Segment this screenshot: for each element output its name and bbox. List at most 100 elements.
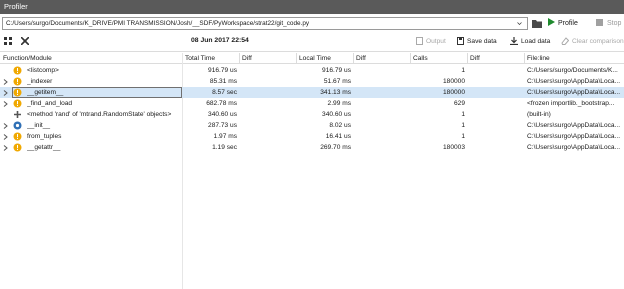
clear-comparison-label: Clear comparison [572,38,624,45]
table-row[interactable]: _find_and_load 682.78 ms 2.99 ms 629 <frozen… [0,98,624,109]
file-line: C:\Users\surgo\AppData\Loca... [527,144,621,151]
total-time: 1.19 sec [212,144,237,151]
header-local-time[interactable]: Local Time [299,55,331,62]
call-count: 1 [461,133,465,140]
total-time: 287.73 us [208,122,237,129]
warning-icon [13,99,22,108]
stop-label: Stop [607,20,622,27]
chevron-right-icon[interactable] [3,134,8,140]
function-name: _find_and_load [27,100,73,107]
chevron-right-icon[interactable] [3,90,8,96]
results-toolbar: 08 Jun 2017 22:54 Output Save data Load … [0,33,624,50]
local-time: 2.99 ms [327,100,351,107]
load-data-label: Load data [521,38,551,45]
header-divider [353,53,354,64]
output-button[interactable]: Output [416,36,446,47]
eraser-icon [561,37,570,45]
warning-icon [13,143,22,152]
function-name: <listcomp> [27,67,59,74]
chevron-right-icon[interactable] [3,101,8,107]
table-row[interactable]: _indexer 85.31 ms 51.67 ms 180000 C:\Users\s… [0,76,624,87]
local-time: 269.70 ms [320,144,351,151]
function-name: from_tuples [27,133,62,140]
chevron-right-icon[interactable] [3,123,8,129]
total-time: 85.31 ms [209,78,237,85]
open-folder-icon[interactable] [531,17,543,30]
document-icon [416,37,423,45]
function-name: __getattr__ [27,144,61,151]
header-total-time[interactable]: Total Time [185,55,215,62]
clear-comparison-button[interactable]: Clear comparison [561,36,624,47]
collapse-all-icon[interactable] [21,37,29,45]
total-time: 340.60 us [208,111,237,118]
function-name: <method 'rand' of 'mtrand.RandomState' o… [27,111,172,118]
header-diff-total[interactable]: Diff [242,55,252,62]
call-count: 180000 [442,78,465,85]
window-titlebar: Profiler [0,0,624,14]
header-diff-local[interactable]: Diff [356,55,366,62]
total-time: 1.97 ms [213,133,237,140]
warning-icon [13,132,22,141]
play-icon [548,18,555,26]
file-path-value: C:/Users/surgo/Documents/K_DRIVE/PMI TRA… [6,20,310,27]
call-count: 629 [453,100,465,107]
header-divider [524,53,525,64]
total-time: 916.79 us [208,67,237,74]
warning-icon [13,66,22,75]
warning-icon [13,77,22,86]
table-header: Function/Module Total Time Diff Local Ti… [0,53,624,64]
save-icon [457,37,464,45]
table-row[interactable]: from_tuples 1.97 ms 16.41 us 1 C:\Users\surg… [0,131,624,142]
stop-icon [596,19,603,26]
header-fileline[interactable]: File:line [527,55,550,62]
header-divider [410,53,411,64]
header-divider [239,53,240,64]
profile-datetime: 08 Jun 2017 22:54 [191,37,249,44]
chevron-right-icon[interactable] [3,79,8,85]
local-time: 8.02 us [329,122,351,129]
local-time: 340.60 us [322,111,351,118]
header-divider [296,53,297,64]
file-line: C:\Users\surgo\AppData\Loca... [527,122,621,129]
total-time: 682.78 ms [206,100,237,107]
table-row[interactable]: <listcomp> 916.79 us 916.79 us 1 C:/Users/su… [0,65,624,76]
save-data-button[interactable]: Save data [457,36,497,47]
save-data-label: Save data [467,38,497,45]
local-time: 916.79 us [322,67,351,74]
table-row[interactable]: __getitem__ 8.57 sec 341.13 ms 180000 C:\Use… [0,87,624,98]
file-line: (built-in) [527,111,551,118]
table-row[interactable]: __getattr__ 1.19 sec 269.70 ms 180003 C:\Use… [0,142,624,153]
expand-all-icon[interactable] [4,37,12,45]
header-diff-calls[interactable]: Diff [470,55,480,62]
profile-button[interactable]: Profile [548,17,578,30]
function-name: __init__ [27,122,51,129]
table-row[interactable]: __init__ 287.73 us 8.02 us 1 C:\Users\surgo\… [0,120,624,131]
local-time: 16.41 us [325,133,351,140]
function-name: _indexer [27,78,53,85]
builtin-icon [14,111,21,118]
profile-label: Profile [558,20,578,27]
load-data-button[interactable]: Load data [510,36,550,47]
file-path-combobox[interactable]: C:/Users/surgo/Documents/K_DRIVE/PMI TRA… [2,17,528,30]
toolbar-divider [0,51,624,52]
local-time: 341.13 ms [320,89,351,96]
call-count: 180000 [442,89,465,96]
file-line: <frozen importlib._bootstrap... [527,100,615,107]
total-time: 8.57 sec [212,89,237,96]
file-line: C:\Users\surgo\AppData\Loca... [527,133,621,140]
call-count: 1 [461,122,465,129]
header-function[interactable]: Function/Module [3,55,52,62]
window-title: Profiler [4,2,28,11]
output-label: Output [426,38,446,45]
header-calls[interactable]: Calls [413,55,428,62]
file-toolbar: C:/Users/surgo/Documents/K_DRIVE/PMI TRA… [0,15,624,32]
download-icon [510,37,518,46]
local-time: 51.67 ms [323,78,351,85]
python-icon [13,121,22,130]
table-row[interactable]: <method 'rand' of 'mtrand.RandomState' o… [0,109,624,120]
call-count: 1 [461,111,465,118]
stop-button[interactable]: Stop [596,17,621,30]
chevron-down-icon[interactable] [517,21,522,26]
header-divider [467,53,468,64]
chevron-right-icon[interactable] [3,145,8,151]
